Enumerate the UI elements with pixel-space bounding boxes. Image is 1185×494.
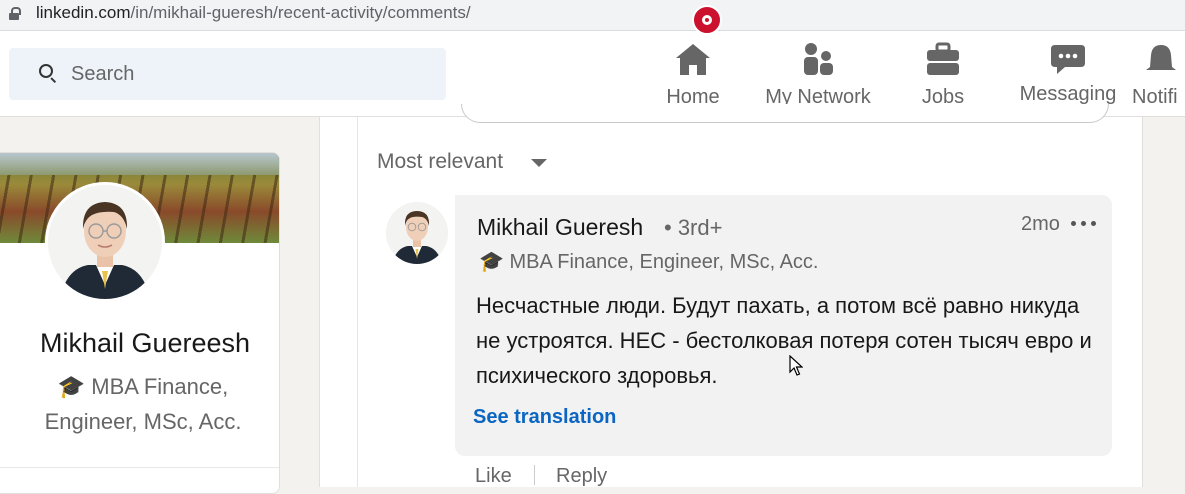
nav-item-notifications[interactable]: Notifi — [1132, 31, 1185, 116]
briefcase-icon — [927, 42, 959, 75]
comment-author-headline: 🎓 MBA Finance, Engineer, MSc, Acc. — [479, 251, 819, 273]
home-icon — [676, 44, 710, 75]
comment-timestamp: 2mo — [1021, 213, 1060, 235]
profile-headline: 🎓 MBA Finance, Engineer, MSc, Acc. — [0, 369, 279, 439]
right-gutter — [1177, 117, 1185, 481]
comment-box-edge[interactable] — [461, 104, 1109, 123]
search-placeholder: Search — [71, 63, 135, 85]
action-divider — [534, 465, 535, 485]
browser-address-bar[interactable]: linkedin.com/in/mikhail-gueresh/recent-a… — [0, 0, 1185, 31]
nav-label-messaging: Messaging — [1019, 83, 1117, 105]
profile-name[interactable]: Mikhail Guereesh — [0, 328, 279, 359]
comment-author-avatar[interactable] — [386, 202, 448, 264]
search-icon — [39, 64, 57, 84]
comments-sort-dropdown[interactable]: Most relevant — [377, 150, 503, 174]
profile-card: Mikhail Guereesh 🎓 MBA Finance, Engineer… — [0, 152, 280, 494]
nav-label-notifications: Notifi — [1132, 86, 1178, 108]
comment-author-name[interactable]: Mikhail Gueresh — [477, 214, 643, 241]
mouse-cursor-icon — [789, 355, 803, 376]
comment-text: Несчастные люди. Будут пахать, а потом в… — [476, 293, 1092, 388]
network-icon — [804, 43, 833, 75]
caret-down-icon[interactable] — [531, 159, 547, 167]
comment-connection-degree: • 3rd+ — [664, 215, 723, 240]
see-translation-link[interactable]: See translation — [473, 406, 616, 429]
profile-headline-line2: Engineer, MSc, Acc. — [44, 409, 242, 434]
notification-badge — [692, 5, 722, 35]
messaging-icon — [1051, 45, 1085, 74]
profile-avatar[interactable] — [45, 182, 165, 302]
url-path: /in/mikhail-gueresh/recent-activity/comm… — [130, 3, 471, 22]
url-text[interactable]: linkedin.com/in/mikhail-gueresh/recent-a… — [36, 3, 471, 23]
search-input[interactable]: Search — [9, 48, 446, 100]
profile-card-divider — [0, 467, 279, 468]
profile-headline-line1: 🎓 MBA Finance, — [57, 374, 229, 399]
more-options-icon[interactable] — [1071, 221, 1097, 227]
lock-icon — [9, 7, 21, 20]
like-button[interactable]: Like — [475, 465, 512, 488]
reply-button[interactable]: Reply — [556, 465, 607, 488]
url-host: linkedin.com — [36, 3, 131, 22]
bell-icon — [1146, 45, 1176, 70]
